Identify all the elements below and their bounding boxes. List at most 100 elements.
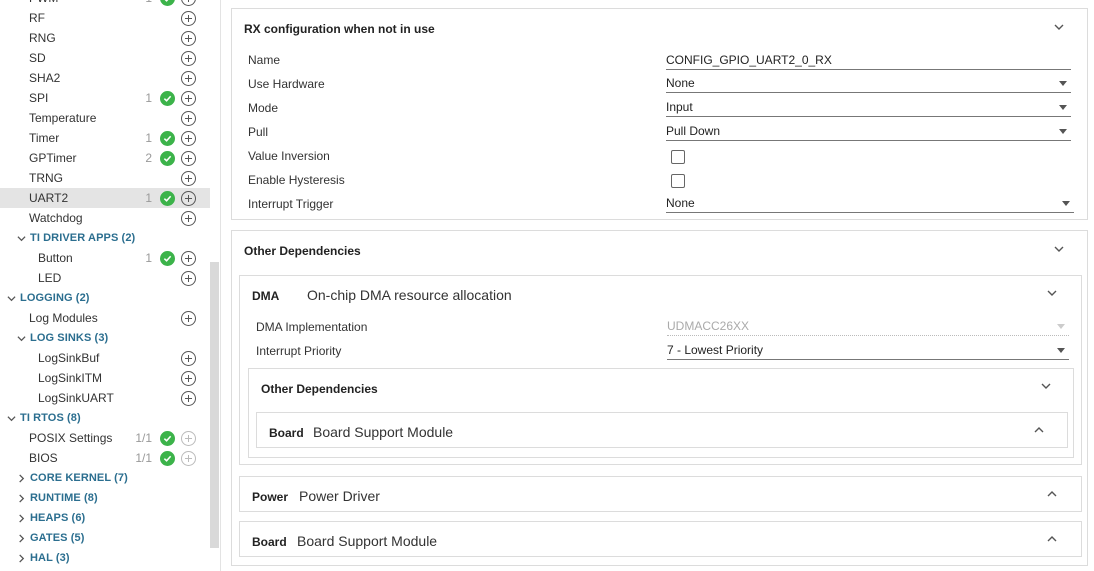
chevron-right-icon[interactable] bbox=[15, 488, 27, 508]
tree-item-label: LogSinkBuf bbox=[38, 351, 100, 365]
tree-category-core-kernel-7[interactable]: CORE KERNEL (7) bbox=[0, 468, 210, 488]
tree-item-uart2[interactable]: UART2 1 bbox=[0, 188, 210, 208]
use-hardware-label: Use Hardware bbox=[248, 77, 325, 91]
chevron-down-icon[interactable] bbox=[5, 288, 17, 308]
collapse-chevron-icon[interactable] bbox=[1039, 379, 1053, 393]
tree-item-spi[interactable]: SPI 1 bbox=[0, 88, 210, 108]
add-circle-icon[interactable] bbox=[181, 171, 196, 186]
rx-config-panel: RX configuration when not in use Name CO… bbox=[231, 8, 1088, 220]
tree-category-ti-driver-apps-2[interactable]: TI DRIVER APPS (2) bbox=[0, 228, 210, 248]
dropdown-caret-icon bbox=[1059, 81, 1067, 86]
add-circle-icon[interactable] bbox=[181, 211, 196, 226]
dropdown-caret-icon bbox=[1059, 105, 1067, 110]
dropdown-caret-icon bbox=[1062, 201, 1070, 206]
interrupt-priority-select[interactable]: 7 - Lowest Priority bbox=[667, 342, 1069, 360]
value-inversion-checkbox[interactable] bbox=[671, 150, 685, 164]
instance-count: 1 bbox=[145, 251, 152, 265]
tree-item-timer[interactable]: Timer 1 bbox=[0, 128, 210, 148]
add-circle-icon[interactable] bbox=[181, 31, 196, 46]
board-module-description: Board Support Module bbox=[313, 424, 454, 440]
tree-item-bios[interactable]: BIOS 1/1 bbox=[0, 448, 210, 468]
add-circle-icon[interactable] bbox=[181, 311, 196, 326]
dma-module-name: DMA bbox=[252, 289, 280, 303]
chevron-right-icon[interactable] bbox=[15, 508, 27, 528]
tree-item-logsinkbuf[interactable]: LogSinkBuf bbox=[0, 348, 210, 368]
power-module-card[interactable]: Power Power Driver bbox=[239, 476, 1082, 512]
dma-module-card: DMA On-chip DMA resource allocation DMA … bbox=[239, 275, 1082, 465]
tree-item-rf[interactable]: RF bbox=[0, 8, 210, 28]
add-circle-icon[interactable] bbox=[181, 91, 196, 106]
add-circle-icon[interactable] bbox=[181, 351, 196, 366]
tree-category-runtime-8[interactable]: RUNTIME (8) bbox=[0, 488, 210, 508]
tree-item-pwm[interactable]: PWM 1 bbox=[0, 0, 210, 8]
tree-item-logsinkitm[interactable]: LogSinkITM bbox=[0, 368, 210, 388]
tree-category-gates-5[interactable]: GATES (5) bbox=[0, 528, 210, 548]
add-circle-icon[interactable] bbox=[181, 0, 196, 6]
sidebar-scrollbar[interactable] bbox=[210, 262, 219, 548]
add-circle-icon[interactable] bbox=[181, 111, 196, 126]
mode-select[interactable]: Input bbox=[666, 99, 1071, 117]
tree-item-label: SHA2 bbox=[29, 71, 61, 85]
add-circle-icon[interactable] bbox=[181, 191, 196, 206]
tree-item-sd[interactable]: SD bbox=[0, 48, 210, 68]
tree-item-watchdog[interactable]: Watchdog bbox=[0, 208, 210, 228]
instance-count: 1/1 bbox=[135, 431, 152, 445]
mode-value: Input bbox=[666, 100, 693, 114]
chevron-right-icon[interactable] bbox=[15, 468, 27, 488]
expand-chevron-icon[interactable] bbox=[1045, 487, 1059, 501]
chevron-right-icon[interactable] bbox=[15, 548, 27, 568]
interrupt-trigger-select[interactable]: None bbox=[666, 195, 1074, 213]
interrupt-trigger-label: Interrupt Trigger bbox=[248, 197, 334, 211]
tree-item-temperature[interactable]: Temperature bbox=[0, 108, 210, 128]
chevron-down-icon[interactable] bbox=[15, 328, 27, 348]
board-module-card[interactable]: Board Board Support Module bbox=[239, 521, 1082, 557]
check-circle-icon bbox=[160, 131, 175, 146]
tree-item-button[interactable]: Button 1 bbox=[0, 248, 210, 268]
enable-hysteresis-checkbox[interactable] bbox=[671, 174, 685, 188]
add-circle-icon[interactable] bbox=[181, 371, 196, 386]
name-field[interactable]: CONFIG_GPIO_UART2_0_RX bbox=[666, 52, 1071, 70]
tree-item-label: GATES (5) bbox=[30, 532, 85, 544]
tree-item-gptimer[interactable]: GPTimer 2 bbox=[0, 148, 210, 168]
add-circle-icon[interactable] bbox=[181, 391, 196, 406]
tree-item-sha2[interactable]: SHA2 bbox=[0, 68, 210, 88]
chevron-down-icon[interactable] bbox=[5, 408, 17, 428]
tree-item-logsinkuart[interactable]: LogSinkUART bbox=[0, 388, 210, 408]
tree-item-label: Button bbox=[38, 251, 73, 265]
collapse-chevron-icon[interactable] bbox=[1052, 242, 1066, 256]
dma-module-description: On-chip DMA resource allocation bbox=[307, 287, 512, 303]
tree-category-hal-3[interactable]: HAL (3) bbox=[0, 548, 210, 568]
chevron-down-icon[interactable] bbox=[15, 228, 27, 248]
add-circle-icon[interactable] bbox=[181, 271, 196, 286]
tree-item-rng[interactable]: RNG bbox=[0, 28, 210, 48]
board-module-name: Board bbox=[252, 535, 287, 549]
tree-item-trng[interactable]: TRNG bbox=[0, 168, 210, 188]
add-circle-icon[interactable] bbox=[181, 251, 196, 266]
instance-count: 2 bbox=[145, 151, 152, 165]
tree-item-label: GPTimer bbox=[29, 151, 77, 165]
expand-chevron-icon[interactable] bbox=[1032, 423, 1046, 437]
add-circle-icon[interactable] bbox=[181, 11, 196, 26]
tree-category-logging-2[interactable]: LOGGING (2) bbox=[0, 288, 210, 308]
tree-category-log-sinks-3[interactable]: LOG SINKS (3) bbox=[0, 328, 210, 348]
collapse-chevron-icon[interactable] bbox=[1045, 286, 1059, 300]
board-module-description: Board Support Module bbox=[297, 533, 438, 549]
module-tree-sidebar: PWM 1 RF RNG SD SHA2 SPI 1 Temperature Timer 1 GPTi… bbox=[0, 0, 221, 571]
tree-item-label: LED bbox=[38, 271, 62, 285]
tree-item-log-modules[interactable]: Log Modules bbox=[0, 308, 210, 328]
tree-category-heaps-6[interactable]: HEAPS (6) bbox=[0, 508, 210, 528]
add-circle-icon[interactable] bbox=[181, 71, 196, 86]
add-circle-icon[interactable] bbox=[181, 51, 196, 66]
tree-item-led[interactable]: LED bbox=[0, 268, 210, 288]
add-circle-icon[interactable] bbox=[181, 151, 196, 166]
tree-category-ti-rtos-8[interactable]: TI RTOS (8) bbox=[0, 408, 210, 428]
collapse-chevron-icon[interactable] bbox=[1052, 20, 1066, 34]
tree-item-posix-settings[interactable]: POSIX Settings 1/1 bbox=[0, 428, 210, 448]
chevron-right-icon[interactable] bbox=[15, 528, 27, 548]
dma-board-module-card[interactable]: Board Board Support Module bbox=[256, 412, 1068, 448]
add-circle-icon[interactable] bbox=[181, 131, 196, 146]
use-hardware-select[interactable]: None bbox=[666, 75, 1071, 93]
expand-chevron-icon[interactable] bbox=[1045, 532, 1059, 546]
pull-select[interactable]: Pull Down bbox=[666, 123, 1071, 141]
tree-item-label: Log Modules bbox=[29, 311, 98, 325]
